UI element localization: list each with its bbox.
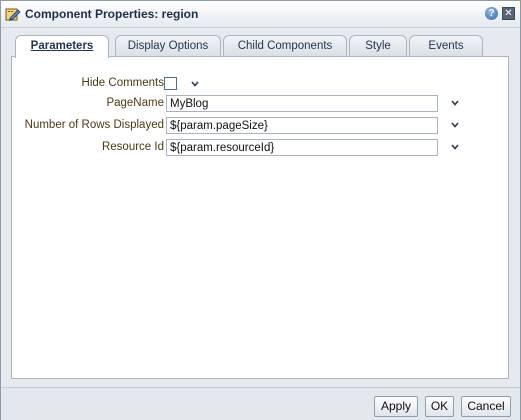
dialog-footer: Apply OK Cancel — [1, 387, 520, 420]
page-name-row: PageName — [12, 95, 510, 113]
hide-comments-row: Hide Comments — [12, 75, 510, 93]
chevron-down-icon[interactable] — [450, 98, 460, 108]
resource-id-input[interactable] — [166, 139, 438, 156]
apply-button[interactable]: Apply — [374, 396, 418, 417]
title-bar: Component Properties: region ? ✕ — [1, 1, 520, 28]
tab-display-options[interactable]: Display Options — [115, 35, 221, 57]
help-icon[interactable]: ? — [485, 7, 498, 20]
chevron-down-icon[interactable] — [190, 79, 200, 89]
cancel-button[interactable]: Cancel — [461, 396, 511, 417]
tab-label: Child Components — [237, 40, 333, 52]
tab-label: Parameters — [30, 40, 94, 52]
tab-parameters[interactable]: Parameters — [15, 35, 109, 58]
tab-label: Events — [428, 40, 464, 52]
chevron-down-icon[interactable] — [450, 120, 460, 130]
resource-id-row: Resource Id — [12, 139, 510, 157]
component-properties-dialog: Component Properties: region ? ✕ Paramet… — [0, 0, 521, 420]
tab-strip: Parameters Display Options Child Compone… — [11, 35, 509, 58]
tab-label: Style — [365, 40, 391, 52]
rows-displayed-input[interactable] — [166, 117, 438, 134]
hide-comments-checkbox[interactable] — [164, 77, 177, 90]
resource-id-label: Resource Id — [101, 141, 164, 153]
rows-displayed-row: Number of Rows Displayed — [12, 117, 510, 135]
page-name-label: PageName — [106, 97, 164, 109]
rows-displayed-label: Number of Rows Displayed — [24, 119, 164, 131]
chevron-down-icon[interactable] — [450, 142, 460, 152]
edit-pencil-icon — [5, 8, 21, 21]
tab-label: Display Options — [127, 40, 209, 52]
dialog-title: Component Properties: region — [25, 7, 199, 21]
tab-style[interactable]: Style — [349, 35, 407, 57]
hide-comments-label: Hide Comments — [81, 77, 164, 89]
parameters-panel: Hide Comments PageName Number of Rows Di… — [11, 56, 509, 379]
tab-child-components[interactable]: Child Components — [223, 35, 347, 57]
ok-button[interactable]: OK — [425, 396, 454, 417]
close-icon[interactable]: ✕ — [502, 7, 515, 20]
tab-events[interactable]: Events — [409, 35, 483, 57]
page-name-input[interactable] — [166, 95, 438, 112]
